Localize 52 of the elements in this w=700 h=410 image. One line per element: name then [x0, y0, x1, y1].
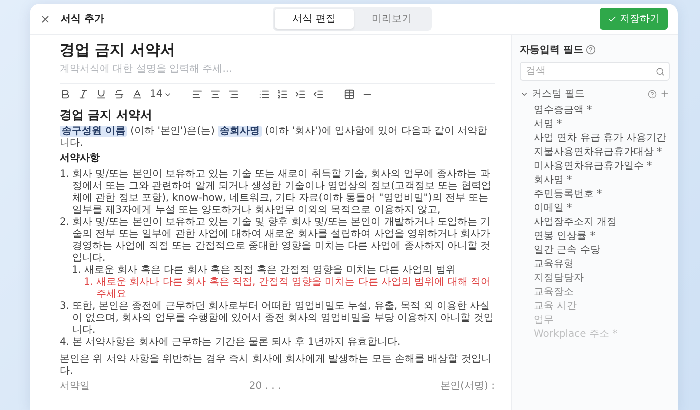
group-toggle[interactable]: 커스텀 필드 — [520, 87, 645, 101]
align-left-icon[interactable] — [192, 89, 203, 100]
guide-note: 1. 새로운 회사나 다른 회사 혹은 직접, 간접적 영향을 미치는 다른 사업의 범위에 대해 적어주세요 — [84, 277, 492, 301]
text-color-icon[interactable] — [132, 89, 143, 100]
indent-icon[interactable] — [294, 89, 306, 100]
field-item[interactable]: 일간 근속 수당 — [534, 244, 670, 258]
field-item[interactable]: 사업 연차 유급 휴가 사용기간 — [534, 132, 670, 146]
align-right-icon[interactable] — [228, 89, 239, 100]
mode-tab[interactable]: 서식 편집 — [274, 9, 354, 29]
intro-text: 송구성원 이름 (이하 '본인')은(는) 송회사명 (이하 '회사')에 입사함에 있어 다음과 같이 서약합니다. — [60, 126, 489, 150]
outdent-icon[interactable] — [312, 89, 324, 100]
table-icon[interactable] — [344, 89, 355, 100]
bold-icon[interactable] — [60, 89, 71, 100]
field-item[interactable]: 서명 * — [534, 118, 670, 132]
window-title: 서식 추가 — [61, 13, 104, 26]
numbered-list-icon[interactable] — [276, 89, 288, 100]
close-icon[interactable] — [40, 14, 51, 24]
search-field[interactable]: 검색 — [520, 62, 670, 81]
clause-text: 2. 회사 및/또는 본인이 보유하고 있는 기술 및 향후 회사 및/또는 본인이 개발하거나 도입하는 기술의 전부 또는 일부에 관한 사업에 대하여 새로운 회사를 설립하여 사업을 영위하거나 회사가 경영하는 사업에 직접 또는 간접적으로 중대한 영향을 미치는 다른 사업에 종사하지 아니할 것입니다. — [60, 217, 492, 265]
help-icon[interactable] — [648, 90, 657, 98]
field-item[interactable]: 교육유형 — [534, 258, 670, 272]
clause-text: 4. 본 서약사항은 회사에 근무하는 기간은 물론 퇴사 후 1년까지 유효합니다. — [60, 337, 402, 349]
field-item[interactable]: 주민등록번호 * — [534, 188, 670, 202]
sidebar-title: 자동입력 필드 — [520, 44, 584, 57]
clause-text: 1. 회사 및/또는 본인이 보유하고 있는 기술 또는 새로이 취득할 기술, 회사의 업무에 종사하는 과정에서 또는 그와 관련하여 알게 되거나 생성한 기술이나 영업상의 정보(고객정보 또는 협력업체에 관한 정보 포함), know-how, 네트워크, 기타 자료(이하 통틀어 "영업비밀")의 전부 또는 일부를 제3자에게 누설 또는 양도하거나 회사업무 이외의 목적으로 이용하지 않고, — [60, 169, 492, 217]
check-icon — [608, 14, 617, 24]
field-item[interactable]: 지불사용연차유급휴가대상 * — [534, 146, 670, 160]
search-icon[interactable] — [656, 67, 665, 76]
document-heading: 경업 금지 서약서 — [60, 109, 154, 121]
field-item[interactable]: 미사용연차유급휴가일수 * — [534, 160, 670, 174]
signature-date: 20 . . . — [249, 381, 282, 393]
field-item[interactable]: 이메일 * — [534, 202, 670, 216]
signature-label: 서약일 — [60, 381, 90, 393]
closing-text: 본인은 위 서약 사항을 위반하는 경우 즉시 회사에 회사에게 발생하는 모든 손해를 배상할 것입니다. — [60, 354, 492, 378]
font-size-dropdown[interactable]: 14 — [150, 89, 172, 100]
add-icon[interactable] — [660, 89, 670, 99]
field-item[interactable]: 영수증금액 * — [534, 104, 670, 118]
signer-label: 본인(서명) : — [440, 381, 495, 393]
italic-icon[interactable] — [78, 89, 89, 100]
form-title: 경업 금지 서약서 — [60, 41, 176, 60]
underline-icon[interactable] — [96, 89, 107, 100]
mode-tab[interactable]: 미리보기 — [354, 9, 430, 29]
help-icon[interactable] — [586, 45, 596, 55]
strikethrough-icon[interactable] — [114, 89, 125, 100]
field-item[interactable]: 지정담당자 — [534, 272, 670, 286]
clause-text: 1. 새로운 회사 혹은 다른 회사 혹은 직접 혹은 간접적 영향을 미치는 다른 사업의 범위 — [72, 265, 457, 277]
section-title: 서약사항 — [60, 153, 101, 165]
field-item[interactable]: 회사명 * — [534, 174, 670, 188]
field-item[interactable]: 사업장주소지 개정 — [534, 216, 670, 230]
align-center-icon[interactable] — [210, 89, 221, 100]
clause-text: 3. 또한, 본인은 종전에 근무하던 회사로부터 어떠한 영업비밀도 누설, 유출, 목적 외 이용한 사실이 없으며, 회사의 업무를 수행함에 있어서 종전 회사의 영업비밀을 부당 이용하지 아니할 것입니다. — [60, 301, 495, 337]
field-item[interactable]: 연봉 인상률 * — [534, 230, 670, 244]
